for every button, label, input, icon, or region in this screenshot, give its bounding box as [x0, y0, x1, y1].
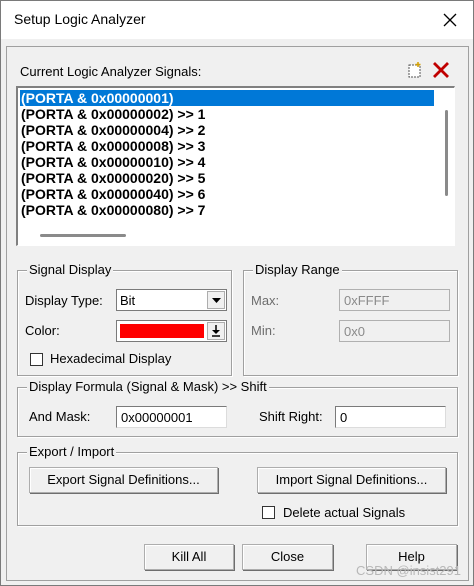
and-mask-label: And Mask: — [29, 409, 91, 424]
new-signal-button[interactable] — [403, 58, 427, 82]
watermark: CSDN @insist291 — [356, 563, 461, 578]
shift-right-field[interactable]: 0 — [335, 406, 446, 428]
hex-display-label: Hexadecimal Display — [50, 351, 172, 366]
list-item[interactable]: (PORTA & 0x00000010) >> 4 — [20, 154, 434, 170]
list-item[interactable]: (PORTA & 0x00000004) >> 2 — [20, 122, 434, 138]
hex-display-checkbox[interactable] — [30, 353, 43, 366]
list-item[interactable]: (PORTA & 0x00000008) >> 3 — [20, 138, 434, 154]
display-type-value: Bit — [120, 293, 136, 308]
close-icon — [443, 13, 457, 27]
close-button[interactable]: Close — [242, 544, 333, 570]
and-mask-field[interactable]: 0x00000001 — [116, 406, 227, 428]
display-type-label: Display Type: — [25, 293, 103, 308]
max-field[interactable]: 0xFFFF — [339, 289, 450, 311]
max-label: Max: — [251, 293, 280, 308]
display-formula-title: Display Formula (Signal & Mask) >> Shift — [27, 379, 269, 394]
signals-listbox[interactable]: (PORTA & 0x00000001) (PORTA & 0x00000002… — [16, 86, 455, 246]
list-item[interactable]: (PORTA & 0x00000040) >> 6 — [20, 186, 434, 202]
display-type-select[interactable]: Bit — [116, 289, 227, 311]
kill-all-button[interactable]: Kill All — [144, 544, 234, 570]
new-signal-icon — [408, 62, 421, 78]
color-dropdown-button[interactable] — [207, 322, 225, 340]
arrow-down-icon — [212, 325, 220, 337]
color-picker[interactable] — [116, 320, 227, 342]
list-item[interactable]: (PORTA & 0x00000001) — [20, 90, 434, 106]
delete-signal-button[interactable] — [429, 58, 453, 82]
export-signal-definitions-button[interactable]: Export Signal Definitions... — [29, 467, 218, 493]
export-import-title: Export / Import — [27, 444, 117, 459]
horizontal-scrollbar[interactable] — [40, 234, 126, 237]
list-item[interactable]: (PORTA & 0x00000002) >> 1 — [20, 106, 434, 122]
dialog-title: Setup Logic Analyzer — [14, 11, 146, 27]
delete-actual-signals-label: Delete actual Signals — [283, 505, 406, 520]
title-bar: Setup Logic Analyzer — [1, 1, 473, 39]
signal-display-title: Signal Display — [27, 262, 114, 277]
vertical-scrollbar[interactable] — [445, 110, 448, 196]
delete-signal-icon — [433, 62, 449, 78]
list-item[interactable]: (PORTA & 0x00000020) >> 5 — [20, 170, 434, 186]
list-item[interactable]: (PORTA & 0x00000080) >> 7 — [20, 202, 434, 218]
close-window-button[interactable] — [427, 1, 473, 39]
chevron-down-icon — [211, 297, 221, 303]
min-label: Min: — [251, 323, 276, 338]
color-swatch — [120, 324, 204, 338]
shift-right-label: Shift Right: — [259, 409, 323, 424]
color-label: Color: — [25, 323, 60, 338]
signals-label: Current Logic Analyzer Signals: — [20, 64, 202, 79]
import-signal-definitions-button[interactable]: Import Signal Definitions... — [257, 467, 446, 493]
min-field[interactable]: 0x0 — [339, 320, 450, 342]
display-range-title: Display Range — [253, 262, 342, 277]
delete-actual-signals-checkbox[interactable] — [262, 506, 275, 519]
setup-logic-analyzer-dialog: Setup Logic Analyzer Current Logic Analy… — [0, 0, 474, 586]
display-type-dropdown-button[interactable] — [207, 291, 225, 309]
